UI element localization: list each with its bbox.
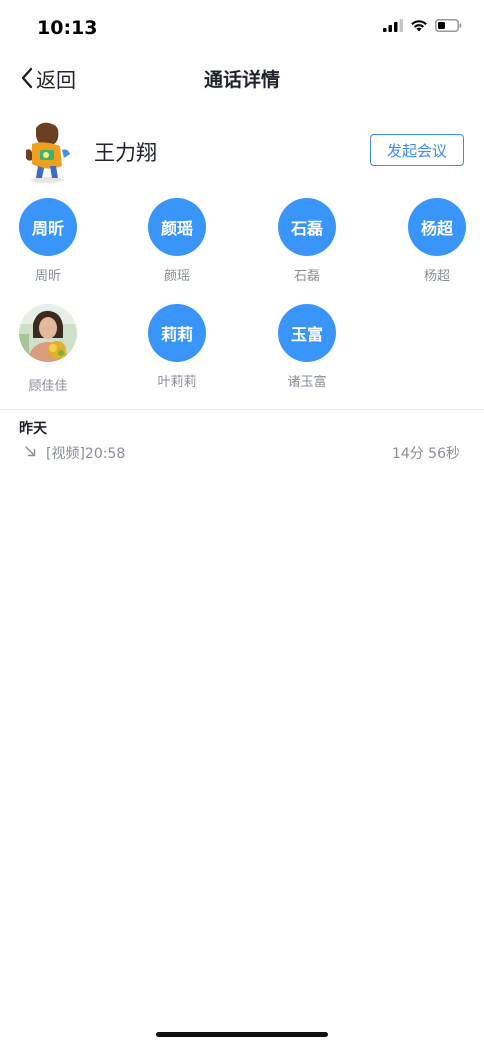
member-avatar: 颜瑶	[148, 198, 206, 256]
signal-icon	[383, 19, 403, 32]
status-icons	[383, 19, 462, 32]
member-avatar: 莉莉	[148, 304, 206, 362]
member-avatar: 石磊	[278, 198, 336, 256]
member-avatar: 玉富	[278, 304, 336, 362]
member-name: 叶莉莉	[157, 375, 197, 390]
member-name: 顾佳佳	[28, 379, 68, 394]
member-photo-avatar	[19, 304, 77, 362]
member-name: 周昕	[34, 269, 61, 284]
member-item[interactable]: 玉富 诸玉富	[267, 304, 347, 390]
member-item[interactable]: 石磊 石磊	[267, 198, 347, 284]
status-bar: 10:13	[0, 0, 484, 56]
divider	[0, 409, 484, 410]
member-name: 诸玉富	[287, 375, 327, 390]
record-date-label: 昨天	[19, 421, 47, 437]
member-item[interactable]: 莉莉 叶莉莉	[137, 304, 217, 390]
host-avatar[interactable]	[20, 120, 74, 184]
nav-bar: 返回 通话详情	[0, 56, 484, 100]
member-item[interactable]: 周昕 周昕	[8, 198, 88, 284]
home-indicator	[156, 1032, 328, 1037]
member-name: 颜瑶	[163, 269, 190, 284]
host-row: 王力翔 发起会议	[0, 116, 484, 184]
member-item[interactable]: 颜瑶 颜瑶	[137, 198, 217, 284]
member-item[interactable]: 顾佳佳	[8, 304, 88, 394]
start-meeting-button[interactable]: 发起会议	[370, 134, 464, 166]
call-type-time: [视频]20:58	[46, 446, 126, 462]
status-time: 10:13	[37, 17, 98, 39]
call-duration: 14分 56秒	[391, 446, 460, 462]
member-avatar: 杨超	[408, 198, 466, 256]
host-name: 王力翔	[94, 141, 157, 165]
member-avatar: 周昕	[19, 198, 77, 256]
incoming-arrow-icon	[25, 446, 36, 457]
member-item[interactable]: 杨超 杨超	[397, 198, 477, 284]
member-name: 杨超	[423, 269, 450, 284]
call-record-row[interactable]: [视频]20:58 14分 56秒	[0, 442, 484, 464]
battery-icon	[435, 19, 462, 32]
member-name: 石磊	[293, 269, 320, 284]
page-title: 通话详情	[203, 69, 280, 91]
wifi-icon	[411, 20, 427, 32]
